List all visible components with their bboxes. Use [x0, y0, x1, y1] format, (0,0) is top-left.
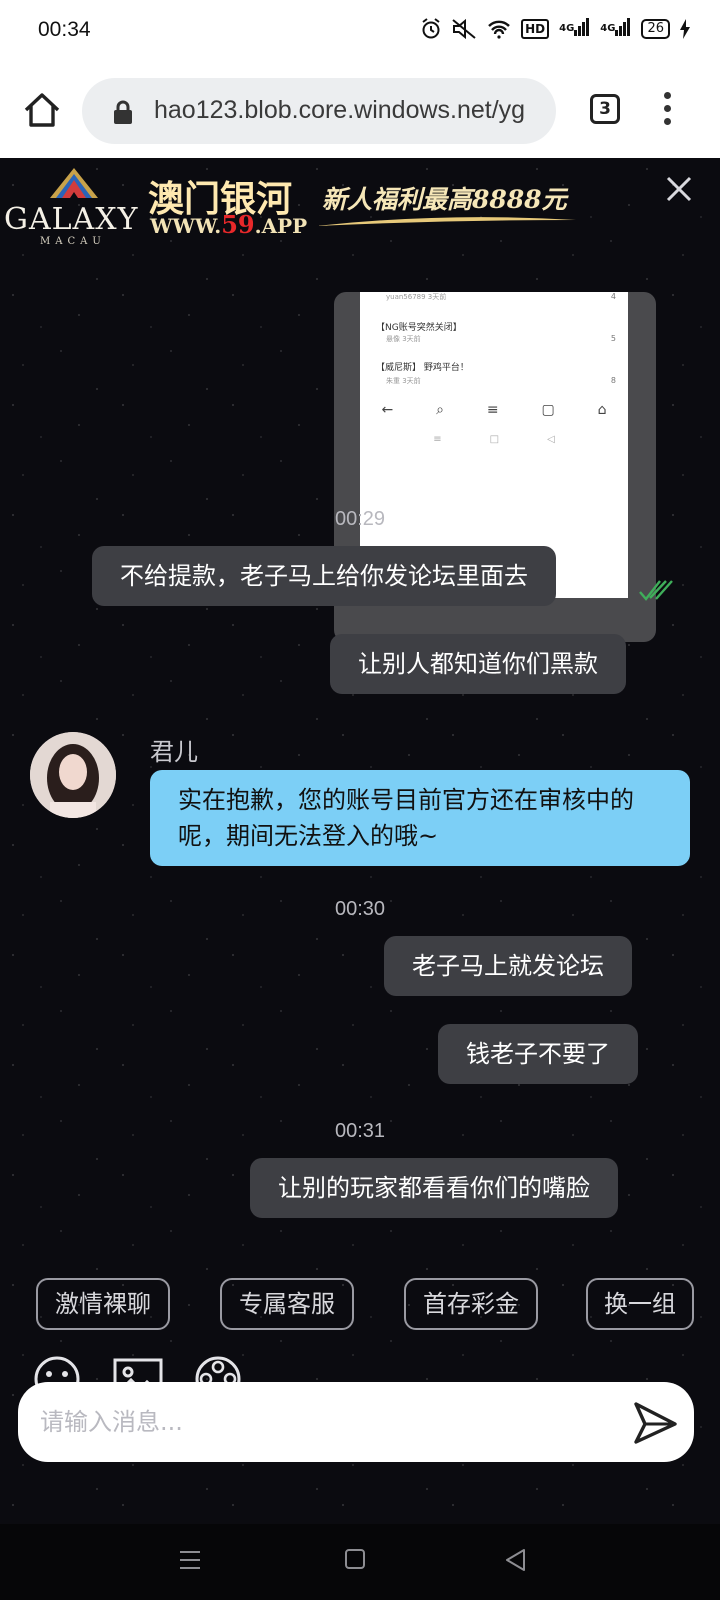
alarm-icon: [422, 18, 440, 39]
brand-url: WWW.59.APP: [150, 210, 308, 239]
close-icon[interactable]: [664, 174, 694, 204]
address-bar[interactable]: hao123.blob.core.windows.net/yg: [82, 78, 556, 144]
status-bar: 00:34 HD 4G 4G 26: [0, 0, 720, 62]
screenshot-sysnav: ≡ □ ◁: [433, 434, 555, 445]
recents-menu-icon[interactable]: [178, 1548, 202, 1572]
chat-area[interactable]: GALAXY MACAU 澳门银河 WWW.59.APP 新人福利最高8888元…: [0, 158, 720, 1524]
promo-swoosh: [316, 217, 576, 226]
agent-avatar[interactable]: [30, 732, 116, 818]
lock-icon: [114, 100, 132, 124]
overflow-menu-icon[interactable]: [664, 92, 672, 128]
tab-switcher-button[interactable]: 3: [590, 94, 620, 124]
galaxy-logo: GALAXY MACAU: [4, 166, 144, 247]
timestamp: 00:29: [334, 508, 386, 530]
galaxy-banner-ad[interactable]: GALAXY MACAU 澳门银河 WWW.59.APP 新人福利最高8888元: [0, 158, 720, 250]
url-text[interactable]: hao123.blob.core.windows.net/yg: [154, 96, 525, 125]
quick-reply-button[interactable]: 激情裸聊: [36, 1278, 170, 1330]
outgoing-message[interactable]: 不给提款，老子马上给你发论坛里面去: [92, 546, 556, 606]
charging-icon: [680, 19, 690, 39]
timestamp: 00:31: [334, 1120, 386, 1142]
home-icon[interactable]: [22, 90, 62, 130]
refresh-quick-replies-button[interactable]: 换一组: [586, 1278, 694, 1330]
browser-toolbar: hao123.blob.core.windows.net/yg 3: [0, 62, 720, 158]
system-navigation-bar: [0, 1524, 720, 1600]
message-input[interactable]: [40, 1398, 600, 1446]
read-check-icon: [639, 580, 673, 601]
outgoing-message[interactable]: 老子马上就发论坛: [384, 936, 632, 996]
promo-text: 新人福利最高8888元: [322, 185, 567, 214]
home-nav-icon[interactable]: [344, 1548, 366, 1570]
outgoing-message[interactable]: 钱老子不要了: [438, 1024, 638, 1084]
back-nav-icon[interactable]: [504, 1548, 526, 1572]
outgoing-message[interactable]: 让别人都知道你们黑款: [330, 634, 626, 694]
incoming-message[interactable]: 实在抱歉，您的账号目前官方还在审核中的呢，期间无法登入的哦~: [150, 770, 690, 866]
hd-badge: HD: [521, 19, 550, 39]
signal-4g-2: 4G: [600, 18, 631, 40]
timestamp: 00:30: [334, 898, 386, 920]
wifi-icon: [488, 20, 510, 39]
send-icon[interactable]: [632, 1400, 678, 1446]
signal-4g-1: 4G: [559, 18, 590, 40]
outgoing-message[interactable]: 让别的玩家都看看你们的嘴脸: [250, 1158, 618, 1218]
screenshot-nav: ← ⌕ ≡ ▢ ⌂: [381, 402, 607, 418]
mute-icon: [452, 18, 476, 40]
battery-indicator: 26: [641, 19, 670, 39]
status-icons: HD 4G 4G 26: [421, 18, 690, 40]
message-input-box[interactable]: [18, 1382, 694, 1462]
status-time: 00:34: [38, 18, 91, 41]
agent-name: 君儿: [150, 738, 198, 766]
quick-reply-button[interactable]: 首存彩金: [404, 1278, 538, 1330]
quick-reply-button[interactable]: 专属客服: [220, 1278, 354, 1330]
